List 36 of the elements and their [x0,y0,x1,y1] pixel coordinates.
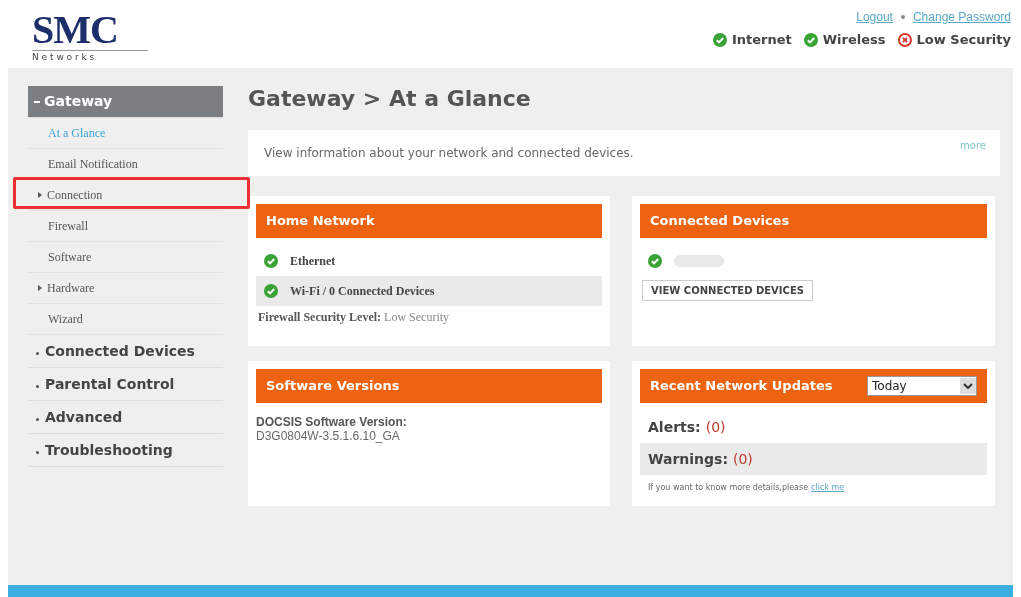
nav-item[interactable]: Connection [28,180,223,211]
version-label: DOCSIS Software Version: [256,415,408,429]
row-label: Wi-Fi / 0 Connected Devices [290,283,435,299]
view-devices-button[interactable]: VIEW CONNECTED DEVICES [642,280,813,301]
card-header: Connected Devices [640,204,987,238]
nav-section[interactable]: Troubleshooting [28,434,223,467]
update-label: Alerts: [648,419,701,435]
update-label: Warnings: [648,451,728,467]
nav-item[interactable]: Wizard [28,304,223,335]
page-title: Gateway > At a Glance [248,86,532,113]
logo-tagline: N e t w o r k s [32,50,148,62]
nav-section[interactable]: Connected Devices [28,335,223,368]
card-header: Recent Network Updates [650,377,833,395]
firewall-level: Firewall Security Level: Low Security [257,310,451,325]
nav-item[interactable]: Software [28,242,223,273]
row-label: Ethernet [290,253,336,269]
nav-section[interactable]: Gateway [28,86,223,118]
logo-text: SMC [32,12,119,48]
status-label: Internet [731,32,792,47]
update-count: (0) [733,451,753,467]
card-header: Home Network [256,204,602,238]
nav-section[interactable]: Parental Control [28,368,223,401]
nav-item[interactable]: Firewall [28,211,223,242]
period-select[interactable]: Today [867,376,977,396]
nav-item[interactable]: Hardware [28,273,223,304]
nav-item[interactable]: Email Notification [28,149,223,180]
nav-section[interactable]: Advanced [28,401,223,434]
card-header: Software Versions [256,369,602,403]
update-count: (0) [705,419,726,435]
details-note: If you want to know more details,please [648,483,809,492]
intro-text: View information about your network and connected devices. [264,146,634,160]
separator-dot [900,15,905,19]
version-value: D3G0804W-3.5.1.6.10_GA [256,429,401,443]
status-label: Wireless [822,32,886,47]
dropdown-icon [960,378,976,394]
status-label: Low Security [916,32,1011,47]
